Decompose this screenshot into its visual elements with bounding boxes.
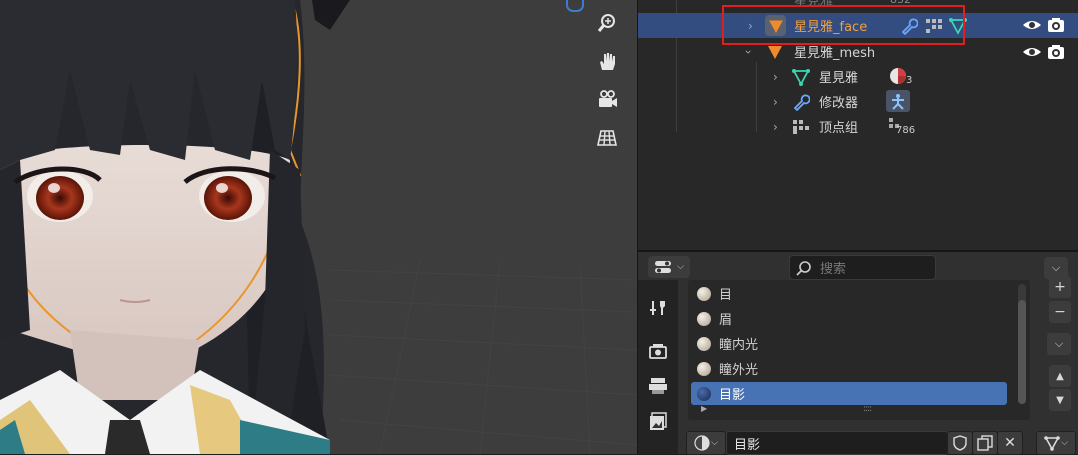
chevron-down-icon: ⌵ xyxy=(677,262,684,272)
mesh-data-icon xyxy=(1044,436,1060,451)
move-down-button[interactable]: ▼ xyxy=(1049,389,1071,411)
move-up-button[interactable]: ▲ xyxy=(1049,365,1071,387)
gizmo-dot[interactable] xyxy=(566,0,584,12)
browse-material-button[interactable]: ⌵ xyxy=(686,431,726,455)
remove-slot-button[interactable]: − xyxy=(1049,301,1071,323)
chevron-down-icon: ⌵ xyxy=(711,438,718,448)
camera-view-icon[interactable] xyxy=(592,84,622,114)
wrench-icon xyxy=(792,93,811,115)
material-icon[interactable] xyxy=(889,67,907,89)
add-slot-button[interactable]: + xyxy=(1049,276,1071,298)
search-placeholder: 搜索 xyxy=(820,262,847,277)
camera-render-icon[interactable] xyxy=(1047,44,1065,64)
material-ball-icon xyxy=(697,336,711,351)
outliner-row-label: 星見雅 xyxy=(819,71,859,86)
material-sphere-icon xyxy=(694,435,710,451)
outliner-row-label: 顶点组 xyxy=(819,121,859,136)
shield-icon xyxy=(953,435,967,451)
grid-perspective-icon[interactable] xyxy=(592,122,622,152)
resize-handle-icon[interactable]: :::: xyxy=(863,404,872,414)
eye-icon[interactable] xyxy=(1022,44,1042,64)
arrow-down-icon: ▼ xyxy=(1056,394,1064,406)
mesh-data-icon xyxy=(792,68,810,90)
material-name: 目 xyxy=(719,288,733,303)
3d-viewport[interactable] xyxy=(0,0,637,454)
zoom-icon[interactable] xyxy=(592,8,622,38)
list-item[interactable]: 瞳外光 xyxy=(691,357,1007,380)
material-ball-icon xyxy=(697,286,711,301)
outliner-panel: 星見雅 832 › 星見雅_face › 星見雅_mesh xyxy=(638,0,1078,250)
unlink-material-button[interactable]: ✕ xyxy=(997,431,1023,455)
vertex-group-icon xyxy=(792,119,810,139)
material-name: 目影 xyxy=(719,388,746,403)
list-item[interactable]: 目 xyxy=(691,282,1007,305)
outliner-row-mesh-data[interactable]: › 星見雅 3 xyxy=(638,64,1078,89)
list-item[interactable]: 瞳内光 xyxy=(691,332,1007,355)
outliner-row-mesh[interactable]: › 星見雅_mesh xyxy=(638,39,1078,64)
chevron-down-icon: ⌵ xyxy=(1051,261,1061,274)
expand-arrow-icon[interactable]: ▶ xyxy=(701,404,707,413)
material-name-value: 目影 xyxy=(734,437,761,453)
copy-icon xyxy=(977,435,993,451)
outliner-row-label: 星見雅_mesh xyxy=(794,46,876,61)
camera-render-icon[interactable] xyxy=(1047,17,1065,37)
arrow-up-icon: ▲ xyxy=(1056,370,1064,382)
material-count: 3 xyxy=(906,75,913,86)
mesh-object-icon xyxy=(767,44,783,64)
outliner-row-label: 修改器 xyxy=(819,96,859,111)
chevron-right-icon[interactable]: › xyxy=(773,95,778,109)
chevron-down-icon: ⌵ xyxy=(1061,438,1068,448)
minus-icon: − xyxy=(1054,304,1066,320)
chevron-down-icon: ⌵ xyxy=(1054,337,1064,350)
duplicate-material-button[interactable] xyxy=(972,431,998,455)
material-list: 目 眉 瞳内光 瞳外光 目影 ▶ :::: xyxy=(638,280,1038,420)
search-field[interactable]: 搜索 xyxy=(789,255,936,280)
close-icon: ✕ xyxy=(1004,435,1016,451)
list-item-selected[interactable]: 目影 xyxy=(691,382,1007,405)
plus-icon: + xyxy=(1054,279,1066,295)
vertex-group-count: 786 xyxy=(896,125,916,136)
hand-pan-icon[interactable] xyxy=(592,46,622,76)
search-icon xyxy=(796,260,811,276)
material-name: 瞳内光 xyxy=(719,338,759,353)
editor-type-dropdown[interactable]: ⌵ xyxy=(648,256,690,278)
scrollbar[interactable] xyxy=(1018,284,1026,404)
toggle-icon xyxy=(655,261,672,273)
scrollbar-thumb[interactable] xyxy=(1018,300,1026,404)
chevron-down-icon[interactable]: › xyxy=(741,49,755,54)
link-type-dropdown[interactable]: ⌵ xyxy=(1036,431,1076,455)
material-name: 瞳外光 xyxy=(719,363,759,378)
material-ball-icon xyxy=(697,311,711,326)
specials-dropdown[interactable]: ⌵ xyxy=(1047,333,1071,355)
chevron-right-icon[interactable]: › xyxy=(773,70,778,84)
material-ball-icon xyxy=(697,386,711,401)
material-name-field[interactable]: 目影 xyxy=(726,431,948,455)
material-ball-icon xyxy=(697,361,711,376)
character-render xyxy=(0,0,637,454)
chevron-right-icon[interactable]: › xyxy=(773,120,778,134)
outliner-row-vertex-groups[interactable]: › 顶点组 786 xyxy=(638,114,1078,139)
armature-modifier-icon[interactable] xyxy=(886,90,910,112)
fake-user-button[interactable] xyxy=(947,431,973,455)
outliner-row-modifiers[interactable]: › 修改器 xyxy=(638,89,1078,114)
list-item[interactable]: 眉 xyxy=(691,307,1007,330)
eye-icon[interactable] xyxy=(1022,17,1042,37)
material-name: 眉 xyxy=(719,313,733,328)
